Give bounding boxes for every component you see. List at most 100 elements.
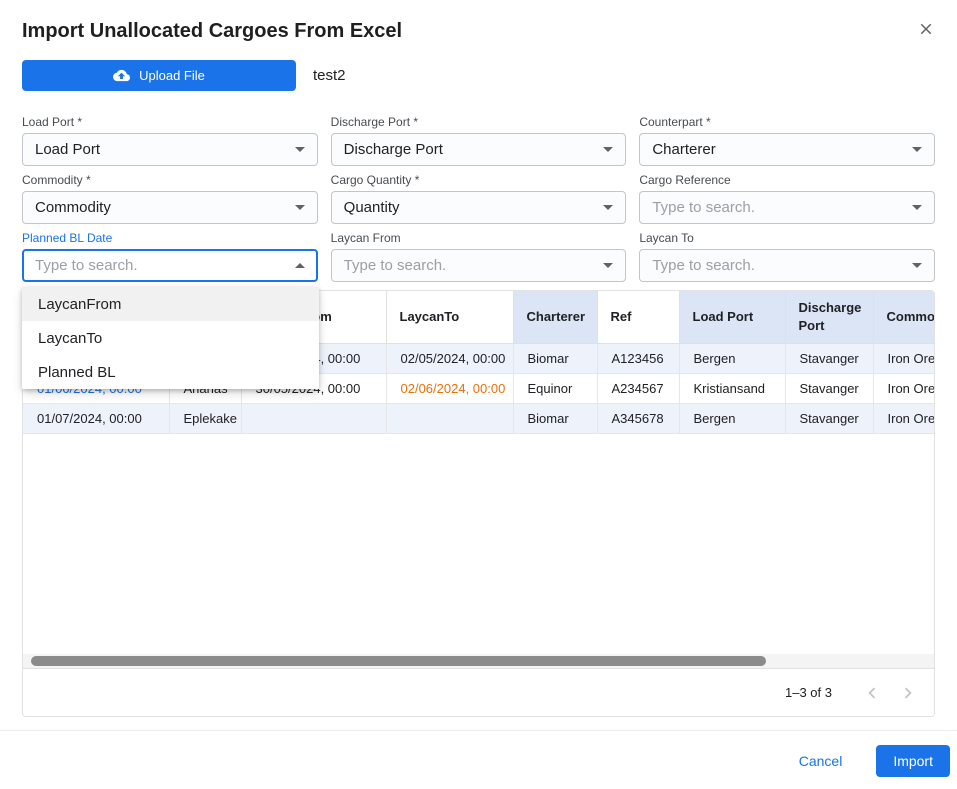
field-label-discharge-port: Discharge Port * (331, 116, 627, 128)
select-placeholder: Type to search. (652, 257, 755, 274)
field-label-cargo-quantity: Cargo Quantity * (331, 174, 627, 186)
select-commodity[interactable]: Commodity (22, 191, 318, 224)
caret-down-icon (603, 147, 613, 152)
caret-down-icon (912, 147, 922, 152)
dialog-header: Import Unallocated Cargoes From Excel (0, 0, 957, 44)
select-value: Quantity (344, 199, 400, 216)
uploaded-filename: test2 (313, 67, 346, 84)
field-label-commodity: Commodity * (22, 174, 318, 186)
form-field-cargo-reference: Cargo Reference Type to search. (639, 174, 935, 224)
table-cell (241, 403, 386, 433)
table-cell (386, 403, 513, 433)
table-cell: Iron Ore (873, 403, 934, 433)
field-label-load-port: Load Port * (22, 116, 318, 128)
table-cell: Bergen (679, 343, 785, 373)
table-cell: 01/07/2024, 00:00 (23, 403, 169, 433)
import-button[interactable]: Import (876, 745, 950, 777)
table-cell: Stavanger (785, 343, 873, 373)
table-cell: Kristiansand (679, 373, 785, 403)
dialog-actions: Cancel Import (0, 730, 957, 777)
form-field-planned-bl-date: Planned BL Date Type to search. (22, 232, 318, 282)
table-cell: A123456 (597, 343, 679, 373)
select-counterpart[interactable]: Charterer (639, 133, 935, 166)
select-value: Commodity (35, 199, 111, 216)
field-label-planned-bl-date: Planned BL Date (22, 232, 318, 244)
select-value: Charterer (652, 141, 715, 158)
table-cell: Equinor (513, 373, 597, 403)
table-cell: Biomar (513, 343, 597, 373)
pagination-bar: 1–3 of 3 (23, 668, 934, 716)
select-discharge-port[interactable]: Discharge Port (331, 133, 627, 166)
form-field-counterpart: Counterpart * Charterer (639, 116, 935, 166)
table-cell: Eplekake (169, 403, 241, 433)
caret-down-icon (603, 263, 613, 268)
caret-down-icon (912, 263, 922, 268)
form-field-discharge-port: Discharge Port * Discharge Port (331, 116, 627, 166)
chevron-left-icon (861, 682, 883, 704)
cloud-upload-icon (113, 67, 130, 84)
form-field-cargo-quantity: Cargo Quantity * Quantity (331, 174, 627, 224)
field-label-laycan-from: Laycan From (331, 232, 627, 244)
select-planned-bl-date[interactable]: Type to search. (22, 249, 318, 282)
close-button[interactable] (915, 18, 937, 40)
select-laycan-to[interactable]: Type to search. (639, 249, 935, 282)
form-field-laycan-to: Laycan To Type to search. (639, 232, 935, 282)
column-mapping-form: Load Port *Load PortDischarge Port *Disc… (22, 116, 935, 282)
table-cell: A345678 (597, 403, 679, 433)
select-placeholder: Type to search. (35, 257, 138, 274)
select-laycan-from[interactable]: Type to search. (331, 249, 627, 282)
form-field-commodity: Commodity * Commodity (22, 174, 318, 224)
select-cargo-reference[interactable]: Type to search. (639, 191, 935, 224)
column-header: Commodity (873, 291, 934, 343)
horizontal-scrollbar-thumb[interactable] (31, 656, 766, 666)
field-label-laycan-to: Laycan To (639, 232, 935, 244)
table-cell: Bergen (679, 403, 785, 433)
table-cell: Iron Ore (873, 343, 934, 373)
table-cell: Stavanger (785, 403, 873, 433)
upload-file-label: Upload File (139, 68, 205, 83)
upload-file-button[interactable]: Upload File (22, 60, 296, 91)
pagination-range-label: 1–3 of 3 (785, 685, 832, 700)
table-cell: Stavanger (785, 373, 873, 403)
caret-down-icon (912, 205, 922, 210)
caret-up-icon (295, 263, 305, 268)
column-header: Discharge Port (785, 291, 873, 343)
horizontal-scrollbar-track[interactable] (23, 654, 934, 668)
column-header: Charterer (513, 291, 597, 343)
form-field-load-port: Load Port * Load Port (22, 116, 318, 166)
field-label-counterpart: Counterpart * (639, 116, 935, 128)
select-cargo-quantity[interactable]: Quantity (331, 191, 627, 224)
table-cell: Iron Ore (873, 373, 934, 403)
caret-down-icon (295, 205, 305, 210)
import-unallocated-cargoes-dialog: Import Unallocated Cargoes From Excel Up… (0, 0, 957, 789)
menu-option-laycanfrom[interactable]: LaycanFrom (22, 287, 319, 321)
chevron-right-icon (897, 682, 919, 704)
upload-row: Upload File test2 (22, 60, 935, 91)
table-row: 01/07/2024, 00:00Eplekake BiomarA345678Be… (23, 403, 934, 433)
dialog-title: Import Unallocated Cargoes From Excel (22, 18, 402, 44)
column-header: Ref (597, 291, 679, 343)
table-cell: A234567 (597, 373, 679, 403)
close-icon (917, 20, 935, 38)
select-placeholder: Type to search. (344, 257, 447, 274)
cancel-button[interactable]: Cancel (789, 745, 853, 777)
caret-down-icon (603, 205, 613, 210)
select-placeholder: Type to search. (652, 199, 755, 216)
caret-down-icon (295, 147, 305, 152)
select-value: Discharge Port (344, 141, 443, 158)
planned-bl-date-dropdown-menu: LaycanFromLaycanToPlanned BL (22, 287, 319, 389)
table-cell: 02/06/2024, 00:00 (386, 373, 513, 403)
table-cell: Biomar (513, 403, 597, 433)
table-cell: 02/05/2024, 00:00 (386, 343, 513, 373)
field-label-cargo-reference: Cargo Reference (639, 174, 935, 186)
previous-page-button[interactable] (854, 675, 890, 711)
column-header: Load Port (679, 291, 785, 343)
menu-option-laycanto[interactable]: LaycanTo (22, 321, 319, 355)
column-header: LaycanTo (386, 291, 513, 343)
next-page-button[interactable] (890, 675, 926, 711)
table-empty-area (23, 434, 934, 655)
select-load-port[interactable]: Load Port (22, 133, 318, 166)
menu-option-planned-bl[interactable]: Planned BL (22, 355, 319, 389)
form-field-laycan-from: Laycan From Type to search. (331, 232, 627, 282)
select-value: Load Port (35, 141, 100, 158)
